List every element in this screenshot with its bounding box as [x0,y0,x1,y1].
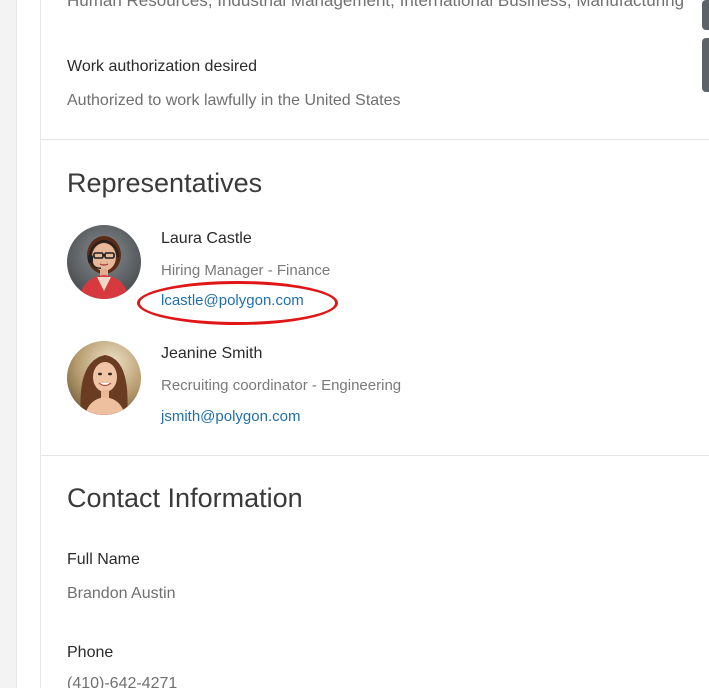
full-name-label: Full Name [67,551,140,568]
phone-value: (410)-642-4271 [67,675,178,688]
avatar-jeanine-smith [67,341,141,415]
contact-information-title: Contact Information [67,483,303,513]
profile-panel: Human Resources, Industrial Management, … [40,0,709,688]
avatar-laura-castle [67,225,141,299]
representatives-title: Representatives [67,168,263,198]
divider [41,139,709,140]
avatar-icon [67,341,141,415]
full-name-value: Brandon Austin [67,585,176,602]
side-tab-2[interactable] [702,38,709,92]
rep-name: Laura Castle [161,230,252,247]
avatar-icon [67,225,141,299]
email-highlight-annotation [137,281,338,325]
screen: Human Resources, Industrial Management, … [0,0,709,688]
side-tab-1[interactable] [702,0,709,30]
left-rail [0,0,17,688]
work-auth-label: Work authorization desired [67,58,258,75]
interests-value: Human Resources, Industrial Management, … [67,0,685,10]
rep-role: Recruiting coordinator - Engineering [161,377,402,394]
rep-role: Hiring Manager - Finance [161,262,331,279]
divider [41,455,709,456]
rep-email-link[interactable]: jsmith@polygon.com [161,408,300,425]
rep-name: Jeanine Smith [161,345,263,362]
work-auth-value: Authorized to work lawfully in the Unite… [67,92,401,109]
phone-label: Phone [67,644,114,661]
